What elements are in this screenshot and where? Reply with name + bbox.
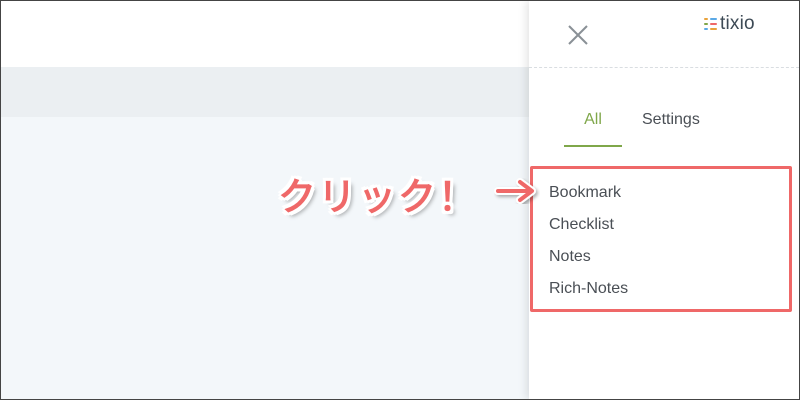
tixio-logo-icon bbox=[704, 18, 717, 30]
click-annotation: クリック！ bbox=[278, 175, 479, 219]
tixio-logo: tixio bbox=[704, 11, 755, 37]
list-item-rich-notes[interactable]: Rich-Notes bbox=[549, 276, 628, 308]
logo-text: tixio bbox=[720, 13, 755, 34]
panel-tabs: All Settings bbox=[564, 105, 700, 147]
tab-settings[interactable]: Settings bbox=[642, 105, 700, 147]
page-toolbar-band bbox=[1, 67, 529, 117]
page-header-area bbox=[1, 1, 529, 67]
list-item-notes[interactable]: Notes bbox=[549, 244, 628, 276]
close-icon[interactable] bbox=[566, 23, 590, 47]
page-content-area bbox=[1, 117, 529, 399]
panel-header: tixio bbox=[529, 1, 799, 68]
list-item-bookmark[interactable]: Bookmark bbox=[549, 180, 628, 212]
list-item-checklist[interactable]: Checklist bbox=[549, 212, 628, 244]
item-type-list: Bookmark Checklist Notes Rich-Notes bbox=[549, 180, 628, 308]
tab-all[interactable]: All bbox=[564, 105, 622, 147]
right-arrow-icon bbox=[494, 178, 536, 204]
